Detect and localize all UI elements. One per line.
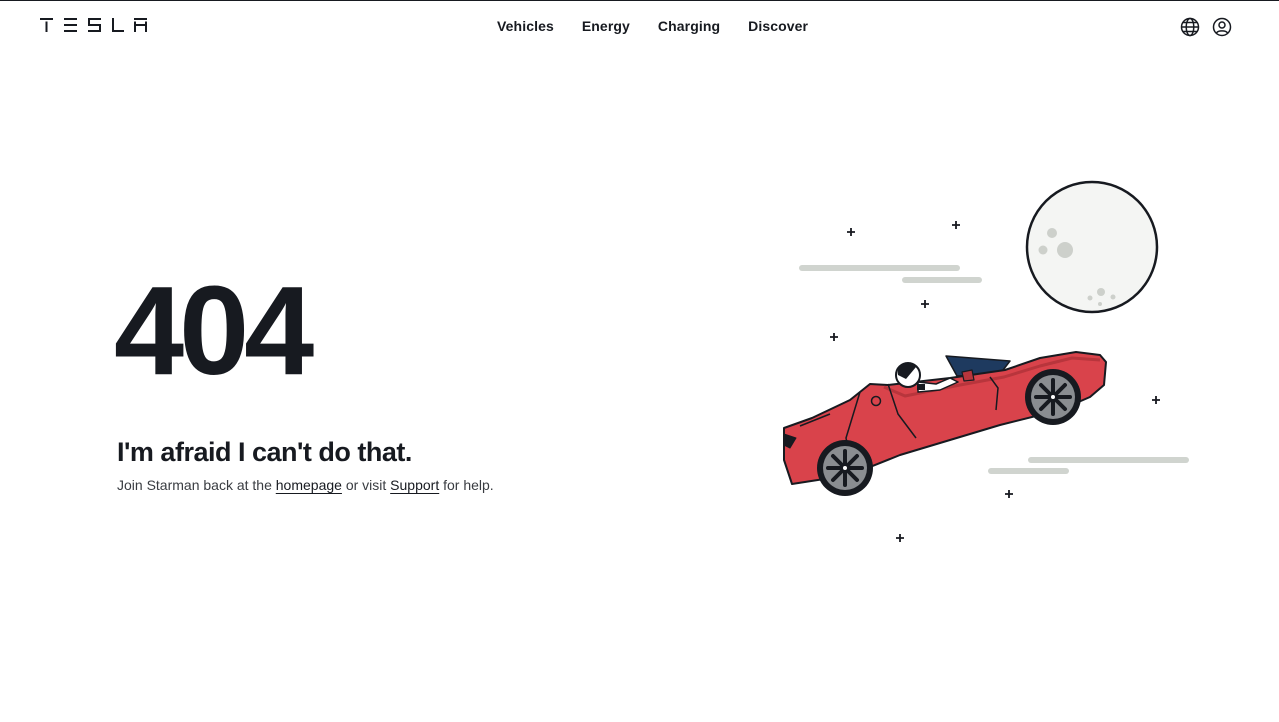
message-middle: or visit [345,477,387,493]
starman-illustration [783,180,1189,542]
site-header: Vehicles Energy Charging Discover [0,1,1279,51]
message-suffix: for help. [443,477,494,493]
support-link[interactable]: Support [390,477,439,493]
message-prefix: Join Starman back at the [117,477,272,493]
nav-item-vehicles[interactable]: Vehicles [483,12,568,40]
nav-item-energy[interactable]: Energy [568,12,644,40]
moon-icon [1025,180,1159,314]
nav-item-discover[interactable]: Discover [734,12,822,40]
rear-wheel-icon [817,440,873,496]
nav-item-charging[interactable]: Charging [644,12,734,40]
globe-icon[interactable] [1178,15,1202,39]
front-wheel-icon [1025,369,1081,425]
account-icon[interactable] [1210,15,1234,39]
error-code: 404 [114,260,314,401]
main-nav: Vehicles Energy Charging Discover [483,12,822,40]
tesla-logo[interactable] [40,18,147,32]
error-message: Join Starman back at the homepage or vis… [117,477,494,493]
error-title: I'm afraid I can't do that. [117,437,412,467]
homepage-link[interactable]: homepage [276,477,342,493]
